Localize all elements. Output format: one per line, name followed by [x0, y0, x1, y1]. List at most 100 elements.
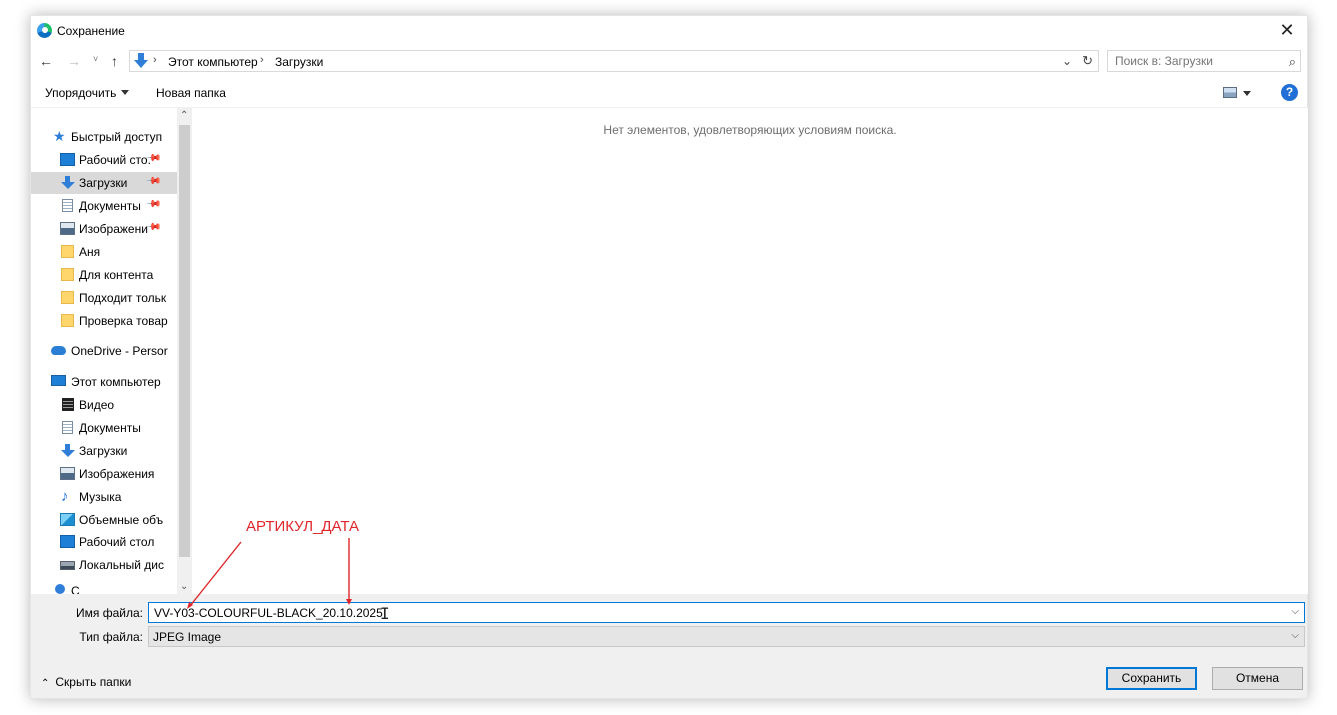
address-dropdown-icon[interactable]: ⌄: [1062, 54, 1072, 68]
sidebar-item-label: Для контента: [79, 268, 154, 282]
empty-folder-message: Нет элементов, удовлетворяющих условиям …: [603, 123, 897, 137]
scroll-down-icon[interactable]: ⌄: [180, 581, 188, 592]
sidebar-item-desktop-pinned[interactable]: Рабочий сто. 📌: [31, 149, 177, 171]
close-button[interactable]: ✕: [1267, 16, 1307, 46]
drive-icon: [60, 561, 75, 570]
desktop-icon: [60, 153, 75, 166]
search-icon[interactable]: ⌕: [1289, 54, 1296, 70]
navigation-pane-scrollbar[interactable]: ⌃ ⌄: [177, 108, 192, 594]
sidebar-item-video[interactable]: Видео: [31, 394, 177, 416]
help-icon[interactable]: ?: [1281, 84, 1298, 101]
sidebar-item-label: Рабочий стол: [79, 535, 155, 549]
downloads-icon: [60, 444, 75, 457]
filetype-select[interactable]: JPEG Image ⌵: [148, 626, 1305, 647]
sidebar-item-quick-access[interactable]: ★ Быстрый доступ: [31, 126, 177, 148]
pictures-icon: [60, 467, 75, 480]
chevron-down-icon[interactable]: ⌵: [1291, 606, 1299, 617]
chevron-up-icon: ⌃: [41, 678, 50, 689]
sidebar-item-pictures-pinned[interactable]: Изображени 📌: [31, 218, 177, 240]
sidebar-item-music[interactable]: ♪ Музыка: [31, 486, 177, 508]
sidebar-item-label: Быстрый доступ: [71, 130, 163, 144]
new-folder-button[interactable]: Новая папка: [156, 86, 226, 100]
sidebar-item-label: Объемные объ: [79, 513, 164, 527]
pin-icon: 📌: [144, 196, 162, 213]
sidebar-item-onedrive[interactable]: OneDrive - Persor: [31, 340, 177, 362]
address-bar[interactable]: › Этот компьютер › Загрузки ⌄ ↻: [129, 50, 1099, 72]
command-bar: Упорядочить Новая папка ?: [31, 78, 1307, 108]
filename-input[interactable]: [149, 603, 1284, 622]
search-input[interactable]: [1108, 51, 1278, 71]
folder-icon: [61, 314, 74, 327]
sidebar-item-this-pc[interactable]: Этот компьютер: [31, 371, 177, 393]
folder-icon: [61, 268, 74, 281]
sidebar-item-label: Документы: [79, 199, 141, 213]
sidebar-item-desktop[interactable]: Рабочий стол: [31, 531, 177, 553]
sidebar-item-label: Проверка товар: [79, 314, 168, 328]
filetype-value: JPEG Image: [153, 630, 222, 644]
video-icon: [62, 398, 74, 411]
navigation-bar: ← → ˅ ↑ › Этот компьютер › Загрузки ⌄ ↻ …: [31, 46, 1307, 78]
scroll-up-icon[interactable]: ⌃: [180, 110, 188, 121]
sidebar-item-label: Рабочий сто.: [79, 153, 151, 167]
breadcrumb-separator[interactable]: ›: [153, 54, 157, 66]
network-icon: [55, 584, 65, 594]
save-button[interactable]: Сохранить: [1106, 667, 1197, 690]
scrollbar-thumb[interactable]: [179, 125, 190, 557]
forward-arrow-icon[interactable]: →: [67, 53, 81, 69]
hide-folders-label: Скрыть папки: [55, 675, 132, 689]
sidebar-item-downloads[interactable]: Загрузки: [31, 440, 177, 462]
sidebar-item-label: Этот компьютер: [71, 375, 161, 389]
chevron-down-icon[interactable]: ⌵: [1291, 630, 1299, 641]
sidebar-item-label: Загрузки: [79, 176, 128, 190]
cancel-button[interactable]: Отмена: [1212, 667, 1303, 690]
breadcrumb-separator[interactable]: ›: [260, 54, 264, 66]
view-options-caret-icon[interactable]: [1243, 91, 1251, 96]
sidebar-item-label: OneDrive - Persor: [71, 344, 168, 358]
file-list-area[interactable]: Нет элементов, удовлетворяющих условиям …: [192, 108, 1308, 594]
sidebar-item-folder-suitable[interactable]: Подходит тольк: [31, 287, 177, 309]
sidebar-item-label: С: [71, 584, 80, 594]
sidebar-item-label: Подходит тольк: [79, 291, 167, 305]
save-dialog: Сохранение ✕ ← → ˅ ↑ › Этот компьютер › …: [30, 15, 1308, 699]
star-icon: ★: [53, 128, 66, 144]
caret-down-icon: [121, 90, 130, 95]
downloads-icon: [60, 176, 75, 189]
sidebar-item-label: Изображения: [79, 467, 155, 481]
refresh-icon[interactable]: ↻: [1082, 53, 1093, 69]
folder-icon: [61, 291, 74, 304]
downloads-icon: [134, 53, 148, 69]
sidebar-item-network[interactable]: С: [31, 580, 177, 594]
onedrive-icon: [51, 346, 66, 355]
sidebar-item-label: Видео: [79, 398, 115, 412]
up-arrow-icon[interactable]: ↑: [111, 53, 118, 69]
organize-menu[interactable]: Упорядочить: [45, 86, 130, 100]
recent-locations-icon[interactable]: ˅: [93, 54, 98, 64]
sidebar-item-documents[interactable]: Документы: [31, 417, 177, 439]
sidebar-item-label: Аня: [79, 245, 101, 259]
pictures-icon: [60, 222, 75, 235]
pin-icon: 📌: [144, 173, 162, 190]
filetype-label: Тип файла:: [79, 630, 143, 644]
sidebar-item-3d-objects[interactable]: Объемные объ: [31, 509, 177, 531]
window-title: Сохранение: [57, 24, 125, 38]
search-box[interactable]: ⌕: [1107, 50, 1301, 72]
sidebar-item-label: Локальный дис: [79, 558, 164, 572]
breadcrumb-this-pc[interactable]: Этот компьютер: [168, 55, 258, 69]
sidebar-item-folder-content[interactable]: Для контента: [31, 264, 177, 286]
documents-icon: [62, 199, 73, 212]
breadcrumb-downloads[interactable]: Загрузки: [275, 55, 323, 69]
sidebar-item-folder-anya[interactable]: Аня: [31, 241, 177, 263]
sidebar-item-downloads-pinned[interactable]: Загрузки 📌: [31, 172, 177, 194]
filename-combobox[interactable]: ⌵: [148, 602, 1305, 623]
title-bar: Сохранение ✕: [31, 16, 1307, 46]
desktop-icon: [60, 535, 75, 548]
sidebar-item-documents-pinned[interactable]: Документы 📌: [31, 195, 177, 217]
sidebar-item-label: Загрузки: [79, 444, 128, 458]
sidebar-item-pictures[interactable]: Изображения: [31, 463, 177, 485]
sidebar-item-local-disk[interactable]: Локальный дис: [31, 554, 177, 576]
music-icon: ♪: [61, 488, 69, 505]
change-view-icon[interactable]: [1223, 87, 1237, 98]
back-arrow-icon[interactable]: ←: [39, 53, 53, 69]
sidebar-item-folder-check[interactable]: Проверка товар: [31, 310, 177, 332]
hide-folders-toggle[interactable]: ⌃ Скрыть папки: [41, 675, 131, 689]
